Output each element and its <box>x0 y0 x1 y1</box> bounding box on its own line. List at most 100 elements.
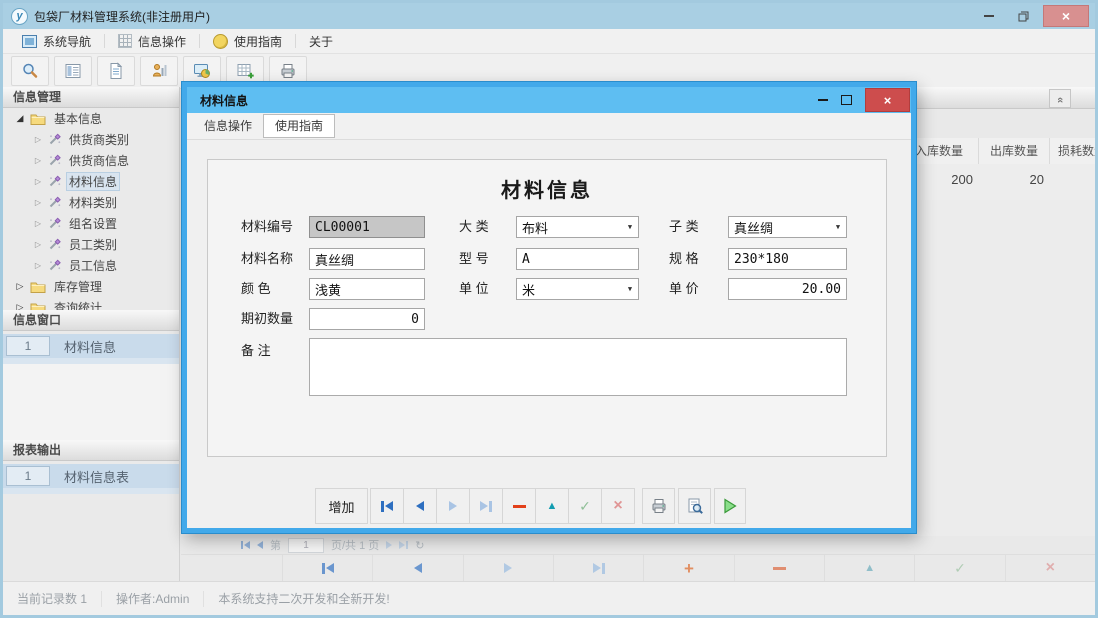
tree-node-basic-info[interactable]: ◢ 基本信息 <box>3 108 179 129</box>
first-record-button[interactable] <box>370 488 404 524</box>
print-button[interactable] <box>642 488 675 524</box>
dialog-titlebar[interactable]: 材料信息 × <box>187 87 911 113</box>
remark-field[interactable] <box>309 338 847 396</box>
name-field[interactable] <box>309 248 425 270</box>
color-field[interactable] <box>309 278 425 300</box>
toolbar-document-button[interactable] <box>97 56 135 86</box>
post-record-button[interactable]: ✓ <box>568 488 602 524</box>
x-icon: × <box>1046 560 1055 576</box>
dialog-minimize-button[interactable] <box>818 99 828 101</box>
restore-button[interactable] <box>1009 6 1037 26</box>
chevron-down-icon: ▼ <box>622 223 638 231</box>
tree-node-query-stats[interactable]: ▷ 查询统计 <box>3 297 179 310</box>
pager-prev-button[interactable] <box>257 541 263 549</box>
next-record-button[interactable] <box>436 488 470 524</box>
collapse-panel-button[interactable]: « <box>1049 89 1071 108</box>
grid-col-out-qty[interactable]: 出库数量 <box>981 138 1047 164</box>
toolbar-search-button[interactable] <box>11 56 49 86</box>
caret-expanded-icon[interactable]: ◢ <box>15 113 25 124</box>
system-nav-icon <box>22 35 37 48</box>
titlebar[interactable]: y 包袋厂材料管理系统(非注册用户) × <box>3 3 1095 29</box>
toolbar-report-button[interactable] <box>54 56 92 86</box>
caret-collapsed-icon[interactable]: ▷ <box>15 302 25 310</box>
bottomnav-delete-button[interactable] <box>734 555 824 581</box>
last-record-button[interactable] <box>469 488 503 524</box>
toolbar-employee-button[interactable] <box>140 56 178 86</box>
caret-collapsed-icon[interactable]: ▷ <box>33 198 43 207</box>
pager-first-button[interactable] <box>241 541 250 549</box>
window-list-item[interactable]: 1 材料信息 <box>3 334 179 358</box>
dialog-maximize-button[interactable] <box>841 95 852 105</box>
caret-collapsed-icon[interactable]: ▷ <box>33 261 43 270</box>
employee-icon <box>150 62 168 80</box>
prior-record-icon <box>416 501 424 511</box>
caret-collapsed-icon[interactable]: ▷ <box>33 135 43 144</box>
dialog-close-button[interactable]: × <box>865 88 910 112</box>
dialog-title: 材料信息 <box>200 92 248 109</box>
tree-node-label: 供货商类别 <box>66 130 132 149</box>
preview-button[interactable] <box>678 488 711 524</box>
caret-collapsed-icon[interactable]: ▷ <box>33 240 43 249</box>
plus-icon: + <box>684 560 694 577</box>
dialog-tab-user-guide[interactable]: 使用指南 <box>263 114 335 138</box>
wand-icon <box>48 196 61 209</box>
tree-node-staff-info[interactable]: ▷ 员工信息 <box>3 255 179 276</box>
category-select[interactable]: 布料 ▼ <box>516 216 639 238</box>
spec-field[interactable] <box>728 248 847 270</box>
report-item-index: 1 <box>6 466 50 486</box>
pager-refresh-icon[interactable]: ↻ <box>415 539 424 552</box>
prior-record-button[interactable] <box>403 488 437 524</box>
unit-select[interactable]: 米 ▼ <box>516 278 639 300</box>
subcategory-select[interactable]: 真丝绸 ▼ <box>728 216 847 238</box>
bottomnav-cancel-button[interactable]: × <box>1005 555 1095 581</box>
model-field[interactable] <box>516 248 639 270</box>
tree-node-material-category[interactable]: ▷ 材料类别 <box>3 192 179 213</box>
pager-page-input[interactable]: 1 <box>288 538 324 553</box>
bottomnav-first-button[interactable] <box>282 555 372 581</box>
tree-node-staff-category[interactable]: ▷ 员工类别 <box>3 234 179 255</box>
tree-node-label: 员工信息 <box>66 256 120 275</box>
menu-about[interactable]: 关于 <box>296 29 346 53</box>
app-window: y 包袋厂材料管理系统(非注册用户) × 系统导航 信息操作 使用指南 关于 信 <box>0 0 1098 618</box>
menu-user-guide[interactable]: 使用指南 <box>200 29 295 53</box>
dialog-tab-info-ops[interactable]: 信息操作 <box>193 114 263 138</box>
report-icon <box>64 62 82 80</box>
bottomnav-last-button[interactable] <box>553 555 643 581</box>
tree-node-supplier-category[interactable]: ▷ 供货商类别 <box>3 129 179 150</box>
caret-collapsed-icon[interactable]: ▷ <box>33 219 43 228</box>
bottomnav-prior-button[interactable] <box>372 555 462 581</box>
caret-collapsed-icon[interactable]: ▷ <box>15 281 25 292</box>
caret-collapsed-icon[interactable]: ▷ <box>33 156 43 165</box>
minimize-button[interactable] <box>975 6 1003 26</box>
bottomnav-insert-button[interactable]: + <box>643 555 733 581</box>
bottomnav-next-button[interactable] <box>463 555 553 581</box>
tree-node-supplier-info[interactable]: ▷ 供货商信息 <box>3 150 179 171</box>
report-list-item[interactable]: 1 材料信息表 <box>3 464 179 488</box>
cancel-record-button[interactable]: × <box>601 488 635 524</box>
tree-node-label: 组名设置 <box>66 214 120 233</box>
code-field[interactable] <box>309 216 425 238</box>
initial-qty-field[interactable] <box>309 308 425 330</box>
close-button[interactable]: × <box>1043 5 1089 27</box>
tree-node-inventory[interactable]: ▷ 库存管理 <box>3 276 179 297</box>
menu-system-nav[interactable]: 系统导航 <box>9 29 104 53</box>
execute-button[interactable] <box>714 488 746 524</box>
caret-collapsed-icon[interactable]: ▷ <box>33 177 43 186</box>
menu-label: 系统导航 <box>43 33 91 50</box>
delete-record-button[interactable] <box>502 488 536 524</box>
pager-next-button[interactable] <box>386 541 392 549</box>
pager-last-button[interactable] <box>399 541 408 549</box>
add-button[interactable]: 增加 <box>315 488 368 524</box>
tree-node-group-setting[interactable]: ▷ 组名设置 <box>3 213 179 234</box>
price-field[interactable] <box>728 278 847 300</box>
bottomnav-edit-button[interactable]: ▲ <box>824 555 914 581</box>
price-label: 单 价 <box>669 278 699 300</box>
bottomnav-post-button[interactable]: ✓ <box>914 555 1004 581</box>
window-item-label: 材料信息 <box>52 337 116 356</box>
initial-qty-label: 期初数量 <box>241 308 293 330</box>
edit-record-button[interactable]: ▲ <box>535 488 569 524</box>
menu-info-ops[interactable]: 信息操作 <box>105 29 199 53</box>
status-separator <box>101 591 102 607</box>
grid-col-loss-qty[interactable]: 损耗数量 <box>1058 138 1098 164</box>
tree-node-material-info[interactable]: ▷ 材料信息 <box>3 171 179 192</box>
